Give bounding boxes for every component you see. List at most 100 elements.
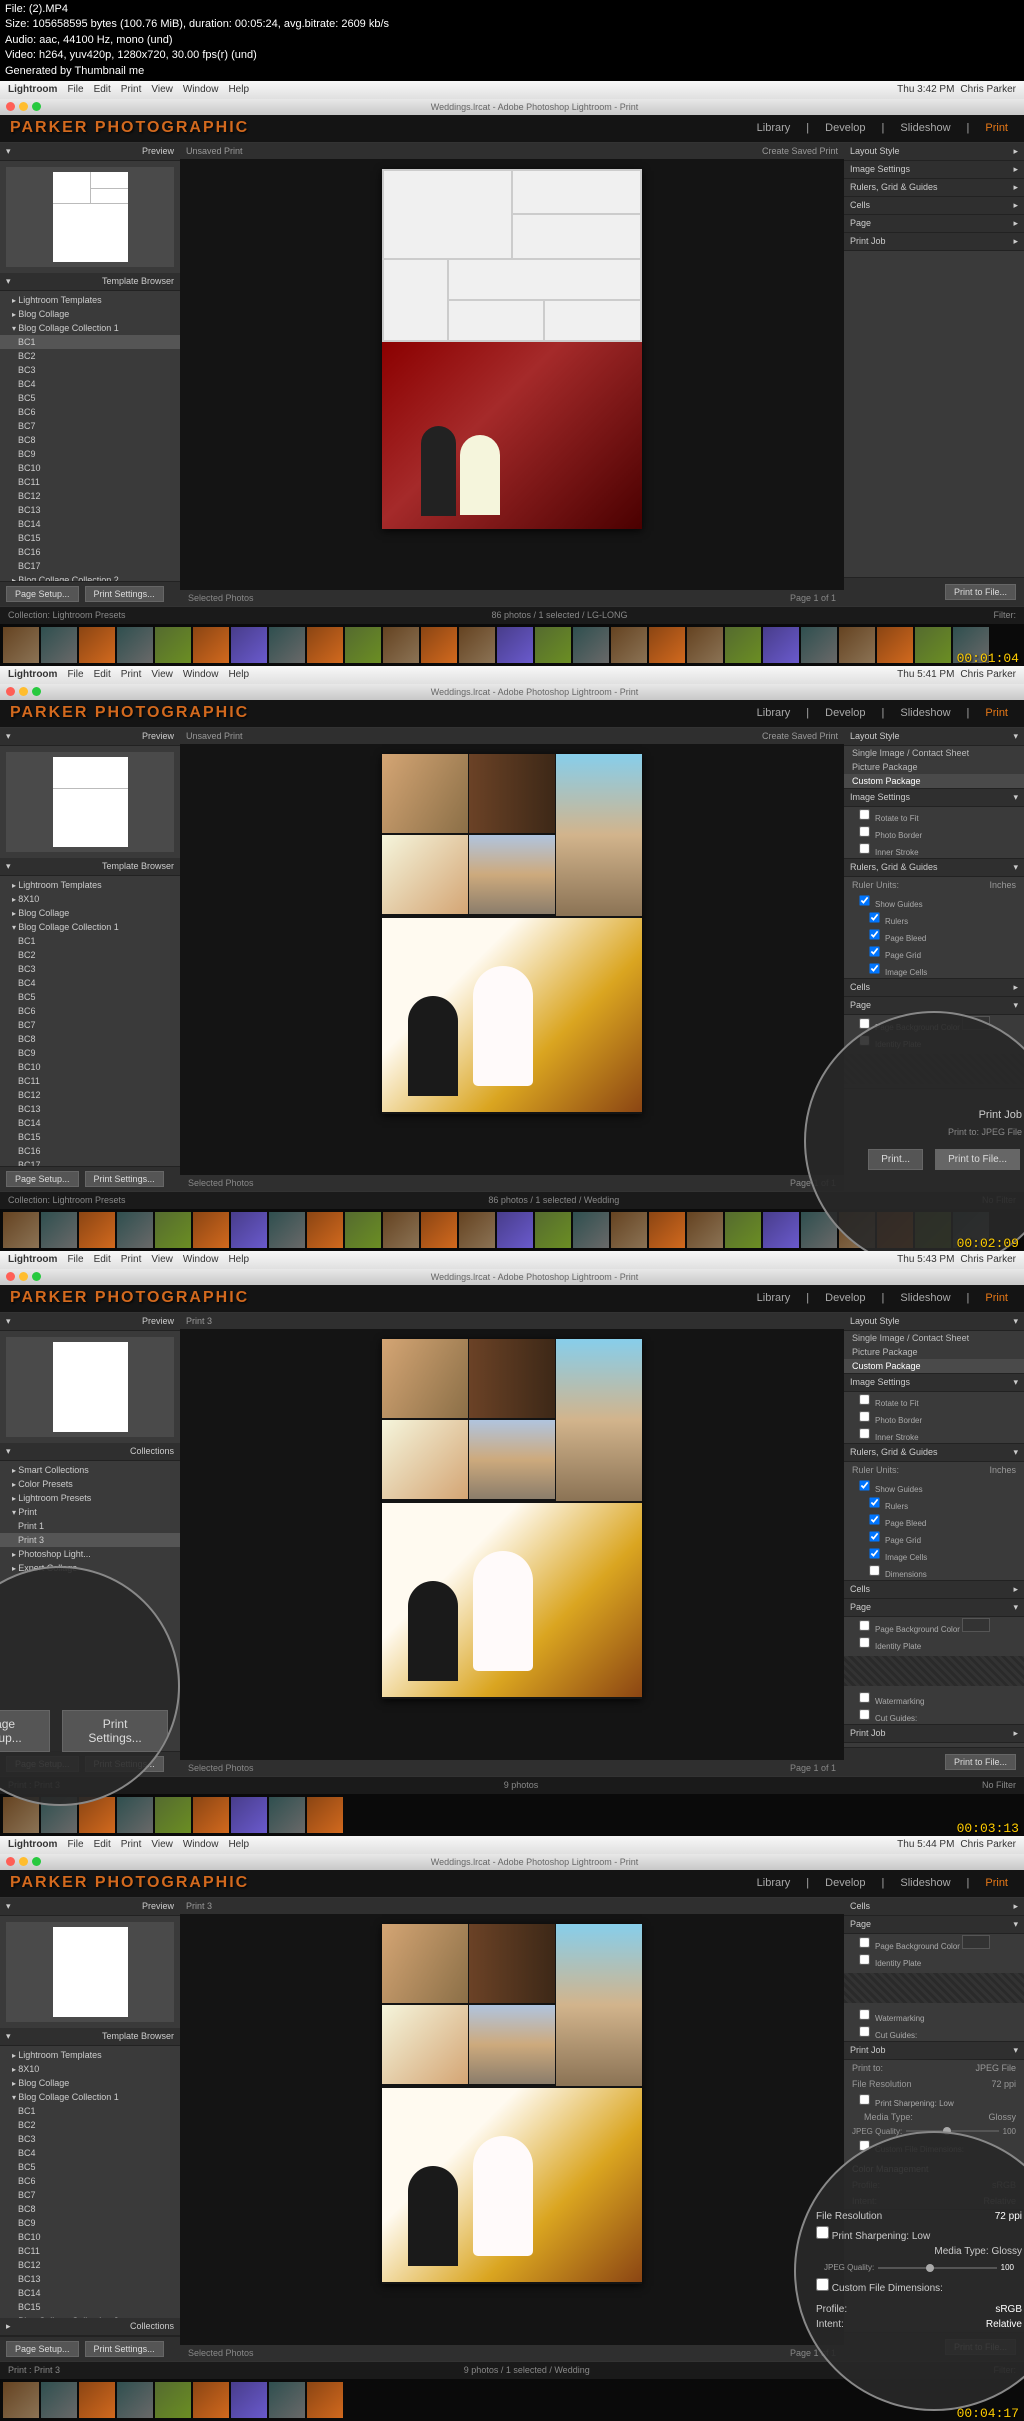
template-item[interactable]: BC1 (0, 335, 180, 349)
template-item[interactable]: BC6 (0, 405, 180, 419)
module-slideshow[interactable]: Slideshow (894, 705, 956, 721)
filmstrip-thumb[interactable] (611, 1212, 647, 1248)
filmstrip-thumb[interactable] (269, 627, 305, 663)
identity-checkbox[interactable] (859, 1637, 869, 1647)
filter-label[interactable]: Filter: (993, 610, 1016, 620)
filmstrip-thumb[interactable] (687, 627, 723, 663)
collage-cell[interactable] (382, 2005, 468, 2084)
create-saved-print[interactable]: Create Saved Print (762, 731, 838, 741)
custom-dim-checkbox-zoom[interactable] (816, 2278, 829, 2291)
template-item[interactable]: BC1 (0, 2104, 180, 2118)
folder-blog[interactable]: Blog Collage (0, 2076, 180, 2090)
print-page[interactable] (382, 754, 642, 1114)
module-print[interactable]: Print (979, 1290, 1014, 1306)
template-item[interactable]: BC10 (0, 461, 180, 475)
collection-item[interactable]: Smart Collections (0, 1463, 180, 1477)
module-print[interactable]: Print (979, 705, 1014, 721)
layout-style-header[interactable]: Layout Style▸ (844, 143, 1024, 161)
filmstrip-thumb[interactable] (611, 627, 647, 663)
preview-header[interactable]: ▾Preview (0, 728, 180, 746)
stroke-checkbox[interactable] (859, 1428, 869, 1438)
collage-cell[interactable] (382, 835, 468, 914)
print-settings-button[interactable]: Print Settings... (85, 1171, 164, 1187)
maximize-icon[interactable] (32, 102, 41, 111)
print-settings-button[interactable]: Print Settings... (85, 586, 164, 602)
menu-edit[interactable]: Edit (94, 84, 111, 95)
cells-header[interactable]: Cells▸ (844, 197, 1024, 215)
module-library[interactable]: Library (751, 1875, 797, 1891)
template-browser-header[interactable]: ▾Template Browser (0, 858, 180, 876)
module-library[interactable]: Library (751, 1290, 797, 1306)
collection-item[interactable]: Print 1 (0, 1519, 180, 1533)
filmstrip-thumb[interactable] (763, 627, 799, 663)
minimize-icon[interactable] (19, 102, 28, 111)
print-page[interactable] (382, 169, 642, 529)
identity-plate-preview[interactable] (844, 1656, 1024, 1686)
template-item[interactable]: BC3 (0, 962, 180, 976)
filmstrip-thumb[interactable] (193, 2382, 229, 2418)
filmstrip-thumb[interactable] (877, 627, 913, 663)
module-slideshow[interactable]: Slideshow (894, 1290, 956, 1306)
filmstrip-thumb[interactable] (839, 627, 875, 663)
print-settings-button-zoom[interactable]: Print Settings... (62, 1710, 168, 1752)
template-item[interactable]: BC14 (0, 2286, 180, 2300)
filmstrip-thumb[interactable] (307, 1212, 343, 1248)
template-item[interactable]: BC5 (0, 2160, 180, 2174)
module-slideshow[interactable]: Slideshow (894, 120, 956, 136)
template-item[interactable]: BC9 (0, 2216, 180, 2230)
print-to-file-button[interactable]: Print to File... (945, 1754, 1016, 1770)
filmstrip-thumb[interactable] (763, 1212, 799, 1248)
cutguides-checkbox[interactable] (859, 1709, 869, 1719)
filmstrip-thumb[interactable] (573, 1212, 609, 1248)
preview-header[interactable]: ▾Preview (0, 1898, 180, 1916)
page-header[interactable]: Page▾ (844, 1599, 1024, 1617)
image-settings-header[interactable]: Image Settings▾ (844, 789, 1024, 807)
print-job-header[interactable]: Print Job▸ (844, 1725, 1024, 1743)
image-settings-header[interactable]: Image Settings▾ (844, 1374, 1024, 1392)
bg-color-checkbox[interactable] (859, 1937, 869, 1947)
preview-header[interactable]: ▾Preview (0, 1313, 180, 1331)
collage-cell[interactable] (556, 1339, 642, 1501)
template-item[interactable]: BC3 (0, 363, 180, 377)
filmstrip-thumb[interactable] (79, 2382, 115, 2418)
print-job-header[interactable]: Print Job▾ (844, 2042, 1024, 2060)
page-setup-button[interactable]: Page Setup... (6, 2341, 79, 2357)
menu-print[interactable]: Print (121, 84, 142, 95)
rulers-checkbox[interactable] (869, 912, 879, 922)
filmstrip-thumb[interactable] (269, 1797, 305, 1833)
layout-picture[interactable]: Picture Package (844, 760, 1024, 774)
show-guides-checkbox[interactable] (859, 1480, 869, 1490)
grid-checkbox[interactable] (869, 1531, 879, 1541)
collection-item[interactable]: Lightroom Presets (0, 1491, 180, 1505)
collection-item[interactable]: Photoshop Light... (0, 1547, 180, 1561)
filmstrip-thumb[interactable] (193, 627, 229, 663)
collage-cell[interactable] (382, 754, 468, 833)
filmstrip-thumb[interactable] (497, 1212, 533, 1248)
collage-cell[interactable] (382, 2088, 642, 2282)
filmstrip-thumb[interactable] (535, 627, 571, 663)
filmstrip-thumb[interactable] (3, 1212, 39, 1248)
ruler-units-select[interactable]: Inches (989, 880, 1016, 890)
cells-header[interactable]: Cells▸ (844, 1898, 1024, 1916)
filmstrip-thumb[interactable] (345, 1212, 381, 1248)
bg-color-checkbox[interactable] (859, 1620, 869, 1630)
filmstrip-thumb[interactable] (117, 627, 153, 663)
template-item[interactable]: BC11 (0, 1074, 180, 1088)
cells-header[interactable]: Cells▸ (844, 979, 1024, 997)
template-item[interactable]: BC8 (0, 1032, 180, 1046)
template-item[interactable]: BC14 (0, 1116, 180, 1130)
template-item[interactable]: BC17 (0, 559, 180, 573)
template-item[interactable]: BC12 (0, 1088, 180, 1102)
template-item[interactable]: BC4 (0, 377, 180, 391)
folder-blogcol[interactable]: Blog Collage Collection 1 (0, 321, 180, 335)
dimensions-checkbox[interactable] (869, 1565, 879, 1575)
print-button-zoom[interactable]: Print... (868, 1149, 923, 1170)
template-item[interactable]: BC15 (0, 1130, 180, 1144)
grid-checkbox[interactable] (869, 946, 879, 956)
watermark-checkbox[interactable] (859, 2009, 869, 2019)
template-item[interactable]: BC2 (0, 2118, 180, 2132)
template-item[interactable]: BC8 (0, 433, 180, 447)
app-menu[interactable]: Lightroom (8, 84, 57, 95)
print-settings-button[interactable]: Print Settings... (85, 2341, 164, 2357)
filmstrip-thumb[interactable] (497, 627, 533, 663)
